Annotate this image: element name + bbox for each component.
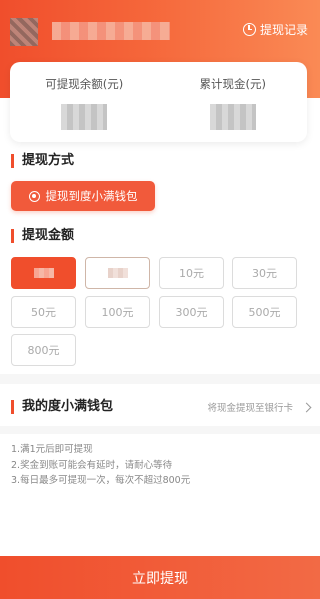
amount-blurred	[33, 268, 54, 278]
avatar[interactable]	[10, 18, 38, 46]
balance-card: 可提现余额(元) 累计现金(元)	[10, 62, 307, 142]
available-balance: 可提现余额(元)	[10, 62, 159, 142]
available-balance-value-blurred	[61, 104, 108, 130]
rule-line: 1.满1元后即可提现	[11, 444, 93, 455]
total-cash-value-blurred	[209, 104, 256, 130]
my-wallet-hint: 将现金提现至银行卡	[207, 403, 293, 414]
chevron-right-icon	[301, 402, 312, 412]
clock-icon	[242, 22, 256, 36]
amount-option-selected[interactable]	[11, 257, 76, 289]
withdraw-now-button[interactable]: 立即提现	[0, 556, 320, 599]
amount-option-800[interactable]: 800元	[11, 334, 76, 366]
my-wallet-title: 我的度小满钱包	[11, 400, 113, 414]
wallet-icon	[28, 190, 40, 202]
amount-blurred	[107, 268, 128, 278]
amount-option-10[interactable]: 10元	[159, 257, 224, 289]
amount-option-300[interactable]: 300元	[159, 296, 224, 328]
withdraw-to-wallet-label: 提现到度小满钱包	[45, 189, 138, 203]
amount-option-100[interactable]: 100元	[85, 296, 150, 328]
rule-line: 2.奖金到账可能会有延时，请耐心等待	[11, 459, 173, 471]
total-cash: 累计现金(元)	[159, 62, 308, 142]
section-divider	[0, 426, 320, 434]
rule-line: 3.每日最多可提现一次，每次不超过800元	[11, 475, 191, 486]
withdraw-rules: 1.满1元后即可提现 2.奖金到账可能会有延时，请耐心等待 3.每日最多可提现一…	[11, 442, 190, 489]
section-divider	[0, 374, 320, 384]
amount-section-title: 提现金额	[11, 229, 74, 243]
amount-option-50[interactable]: 50元	[11, 296, 76, 328]
withdraw-history-link[interactable]: 提现记录	[242, 20, 308, 38]
withdraw-history-label: 提现记录	[259, 22, 308, 37]
available-balance-label: 可提现余额(元)	[45, 77, 124, 91]
withdraw-to-wallet-button[interactable]: 提现到度小满钱包	[11, 181, 155, 211]
total-cash-label: 累计现金(元)	[199, 77, 266, 91]
username-blurred	[52, 22, 170, 40]
amount-option-500[interactable]: 500元	[232, 296, 297, 328]
amount-option[interactable]	[85, 257, 150, 289]
my-wallet-row[interactable]: 我的度小满钱包 将现金提现至银行卡	[11, 396, 312, 418]
method-section-title: 提现方式	[11, 154, 74, 168]
amount-option-30[interactable]: 30元	[232, 257, 297, 289]
